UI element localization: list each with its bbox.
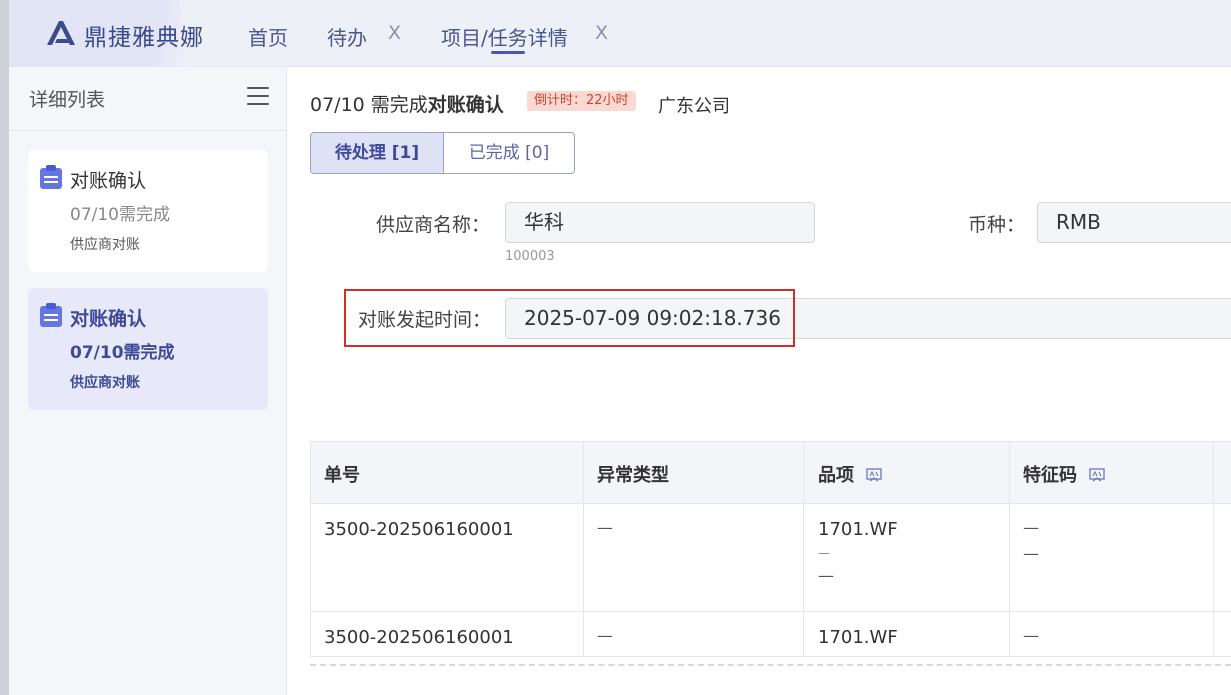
task-header: 07/10 需完成对账确认: [310, 90, 504, 117]
task-name: 对账确认: [427, 94, 504, 116]
cell-order-no: 3500-202506160001: [324, 519, 514, 540]
col-feature-code-label: 特征码: [1023, 465, 1077, 486]
card-title: 对账确认: [70, 308, 147, 330]
cell-feature-extra: —: [1023, 544, 1039, 563]
tab-pending[interactable]: 待处理 [1]: [310, 132, 444, 174]
column-divider: [803, 442, 804, 656]
column-divider: [583, 442, 584, 656]
card-subtitle: 供应商对账: [70, 237, 140, 253]
supplier-field[interactable]: 华科: [505, 202, 815, 243]
cell-item-extra: —: [818, 546, 830, 560]
col-order-no: 单号: [324, 465, 360, 486]
supplier-code: 100003: [505, 249, 555, 264]
reconciliation-table: 单号 异常类型 品项 特征码 3500-202506160001 — 1701.…: [310, 441, 1231, 657]
col-feature-code: 特征码: [1023, 461, 1105, 487]
col-item-label: 品项: [818, 465, 854, 486]
brand-name: 鼎捷雅典娜: [84, 25, 204, 51]
tab-home[interactable]: 首页: [248, 22, 288, 51]
supplier-label: 供应商名称：: [376, 214, 491, 236]
tab-todo-close-icon[interactable]: X: [388, 22, 401, 44]
column-settings-icon[interactable]: [1089, 468, 1105, 482]
column-divider: [1009, 442, 1010, 656]
countdown-badge: 倒计时：22小时: [527, 91, 636, 111]
column-divider: [1213, 442, 1214, 656]
sidebar: 详细列表 对账确认 07/10需完成 供应商对账 对账确认 07/10需完成 供…: [9, 67, 287, 695]
clipboard-icon: [40, 165, 62, 189]
card-subtitle: 供应商对账: [70, 375, 140, 391]
column-settings-icon[interactable]: [866, 468, 882, 482]
sidebar-header: 详细列表: [9, 67, 287, 131]
athena-logo-icon: [47, 21, 75, 45]
currency-field[interactable]: RMB: [1037, 202, 1231, 243]
cell-feature: —: [1023, 626, 1039, 645]
tab-completed[interactable]: 已完成 [0]: [444, 132, 575, 174]
card-due-date: 07/10需完成: [70, 205, 170, 225]
cell-exception: —: [597, 626, 613, 645]
cell-item: 1701.WF: [818, 627, 898, 648]
cell-item-extra: —: [818, 566, 834, 585]
row-divider: [311, 611, 1231, 612]
cell-order-no: 3500-202506160001: [324, 627, 514, 648]
top-bar: 鼎捷雅典娜 首页 待办 X 项目/任务详情 X: [0, 0, 1231, 67]
currency-label: 币种：: [968, 214, 1026, 236]
table-header: 单号 异常类型 品项 特征码: [311, 442, 1231, 504]
task-date: 07/10 需完成: [310, 94, 428, 116]
cell-exception: —: [597, 518, 613, 537]
table-footer-divider: [310, 664, 1231, 666]
tab-todo[interactable]: 待办: [327, 22, 367, 51]
col-exception-type: 异常类型: [597, 465, 669, 486]
card-title: 对账确认: [70, 170, 147, 192]
task-card-selected[interactable]: 对账确认 07/10需完成 供应商对账: [28, 288, 268, 410]
highlight-box: [344, 289, 795, 347]
company-name: 广东公司: [658, 96, 730, 117]
sidebar-title: 详细列表: [29, 89, 106, 111]
tab-task-detail[interactable]: 项目/任务详情: [441, 22, 568, 51]
cell-item: 1701.WF: [818, 519, 898, 540]
card-due-date: 07/10需完成: [70, 343, 175, 363]
col-item: 品项: [818, 461, 882, 487]
window-edge: [0, 0, 9, 695]
tab-task-detail-close-icon[interactable]: X: [595, 22, 608, 44]
cell-feature: —: [1023, 518, 1039, 537]
task-card[interactable]: 对账确认 07/10需完成 供应商对账: [28, 150, 268, 272]
clipboard-icon: [40, 303, 62, 327]
menu-icon[interactable]: [247, 87, 269, 107]
main-panel: 07/10 需完成对账确认 倒计时：22小时 广东公司 待处理 [1] 已完成 …: [287, 67, 1231, 695]
active-tab-indicator: [491, 51, 525, 54]
